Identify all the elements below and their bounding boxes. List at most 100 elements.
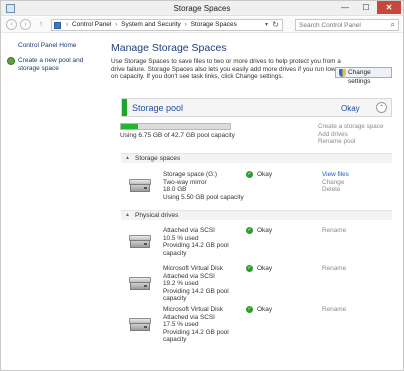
- control-panel-home-link[interactable]: Control Panel Home: [18, 42, 77, 49]
- add-drives-link[interactable]: Add drives: [318, 131, 383, 139]
- check-icon: ✓: [246, 306, 253, 313]
- drive-icon-body: [130, 240, 150, 248]
- intro-text: Use Storage Spaces to save files to two …: [111, 58, 341, 81]
- space-usage: Using 5.50 GB pool capacity: [163, 193, 244, 201]
- minimize-button[interactable]: —: [335, 1, 355, 14]
- control-panel-icon: [54, 22, 61, 29]
- drive-line: Attached via SCSI: [163, 313, 215, 321]
- search-box[interactable]: ⌕: [295, 19, 399, 31]
- collapse-icon[interactable]: ⌃: [376, 102, 387, 113]
- drive-details: Attached via SCSI 10.5 % used Providing …: [163, 227, 245, 257]
- storage-pool-header: Storage pool Okay ⌃: [121, 98, 392, 117]
- pool-status: Okay: [341, 104, 360, 113]
- drive-icon-body: [130, 282, 150, 290]
- drive-icon: [129, 277, 151, 291]
- chevron-down-icon[interactable]: ▾: [265, 21, 268, 28]
- status-text: Okay: [257, 265, 273, 273]
- navigation-bar: ‹ › ↑ › Control Panel › System and Secur…: [1, 17, 403, 33]
- space-size: 18.0 GB: [163, 186, 187, 194]
- drive-line: capacity: [163, 295, 187, 303]
- drive-line: Providing 14.2 GB pool: [163, 328, 229, 336]
- drive-line: 17.5 % used: [163, 321, 199, 329]
- section-label: Physical drives: [135, 212, 179, 219]
- physical-drives-section[interactable]: ▲ Physical drives: [121, 210, 392, 220]
- storage-spaces-section[interactable]: ▲ Storage spaces: [121, 153, 392, 163]
- search-icon[interactable]: ⌕: [391, 20, 395, 30]
- drive-icon: [129, 318, 151, 332]
- close-button[interactable]: ✕: [377, 1, 401, 14]
- pool-capacity-fill: [121, 124, 139, 129]
- pool-name: Storage pool: [132, 103, 184, 113]
- delete-link[interactable]: Delete: [322, 186, 349, 194]
- storage-space-details: Storage space (G:) Two-way mirror 18.0 G…: [163, 171, 245, 201]
- drive-icon-led: [144, 285, 147, 287]
- drive-icon: [129, 235, 151, 249]
- breadcrumb: › Control Panel › System and Security › …: [64, 21, 237, 28]
- collapse-triangle-icon: ▲: [125, 212, 130, 218]
- refresh-icon[interactable]: ↻: [272, 20, 279, 29]
- change-settings-label: Change settings: [348, 69, 371, 85]
- drive-actions: Rename: [322, 306, 346, 314]
- check-icon: ✓: [246, 171, 253, 178]
- drive-details: Microsoft Virtual Disk Attached via SCSI…: [163, 306, 245, 344]
- up-icon[interactable]: ↑: [36, 20, 46, 30]
- breadcrumb-control-panel[interactable]: Control Panel: [72, 21, 111, 28]
- drive-line: Attached via SCSI: [163, 227, 215, 234]
- drive-line: capacity: [163, 336, 187, 344]
- pool-usage-text: Using 6.75 GB of 42.7 GB pool capacity: [120, 132, 235, 139]
- pool-capacity-bar: [120, 123, 231, 130]
- change-link[interactable]: Change: [322, 179, 349, 187]
- rename-link[interactable]: Rename: [322, 306, 346, 314]
- breadcrumb-storage-spaces[interactable]: Storage Spaces: [191, 21, 237, 28]
- pool-status-stripe: [122, 99, 127, 116]
- drive-icon-led: [144, 243, 147, 245]
- drive-details: Microsoft Virtual Disk Attached via SCSI…: [163, 265, 245, 303]
- breadcrumb-separator: ›: [66, 21, 69, 28]
- collapse-triangle-icon: ▲: [125, 155, 130, 161]
- drive-actions: Rename: [322, 227, 346, 235]
- drive-icon: [129, 179, 151, 193]
- maximize-button[interactable]: ☐: [356, 1, 376, 14]
- window: Storage Spaces — ☐ ✕ ‹ › ↑ › Control Pan…: [0, 0, 404, 371]
- rename-link[interactable]: Rename: [322, 265, 346, 273]
- space-resiliency: Two-way mirror: [163, 178, 207, 186]
- drive-icon-led: [144, 326, 147, 328]
- status-badge: ✓ Okay: [246, 227, 272, 234]
- drive-line: Attached via SCSI: [163, 272, 215, 280]
- drive-line: 10.5 % used: [163, 234, 199, 242]
- forward-button[interactable]: ›: [20, 19, 31, 30]
- address-bar[interactable]: › Control Panel › System and Security › …: [51, 19, 283, 31]
- storage-pool-icon: [7, 57, 15, 65]
- drive-line: Microsoft Virtual Disk: [163, 265, 223, 272]
- drive-line: Providing 14.2 GB pool: [163, 287, 229, 295]
- rename-link[interactable]: Rename: [322, 227, 346, 235]
- create-storage-space-link[interactable]: Create a storage space: [318, 123, 383, 131]
- breadcrumb-system-security[interactable]: System and Security: [121, 21, 181, 28]
- drive-line: Providing 14.2 GB pool: [163, 242, 229, 250]
- status-text: Okay: [257, 171, 273, 179]
- status-text: Okay: [257, 227, 273, 235]
- left-pane: Control Panel Home Create a new pool and…: [1, 34, 105, 370]
- drive-icon-led: [144, 187, 147, 189]
- drive-actions: Rename: [322, 265, 346, 273]
- drive-icon-body: [130, 323, 150, 331]
- status-badge: ✓ Okay: [246, 265, 272, 272]
- rename-pool-link[interactable]: Rename pool: [318, 138, 383, 146]
- check-icon: ✓: [246, 265, 253, 272]
- breadcrumb-separator: ›: [115, 21, 118, 28]
- search-input[interactable]: [299, 21, 385, 30]
- status-badge: ✓ Okay: [246, 171, 272, 178]
- pool-actions: Create a storage space Add drives Rename…: [318, 123, 383, 146]
- back-button[interactable]: ‹: [6, 19, 17, 30]
- check-icon: ✓: [246, 227, 253, 234]
- breadcrumb-separator: ›: [184, 21, 187, 28]
- create-pool-link[interactable]: Create a new pool and storage space: [18, 57, 102, 73]
- drive-icon-body: [130, 184, 150, 192]
- drive-line: 19.2 % used: [163, 280, 199, 288]
- title-bar: Storage Spaces — ☐ ✕: [1, 1, 403, 16]
- view-files-link[interactable]: View files: [322, 171, 349, 179]
- shield-icon: [339, 69, 346, 77]
- space-actions: View files Change Delete: [322, 171, 349, 194]
- change-settings-button[interactable]: Change settings: [335, 67, 392, 85]
- drive-line: capacity: [163, 249, 187, 257]
